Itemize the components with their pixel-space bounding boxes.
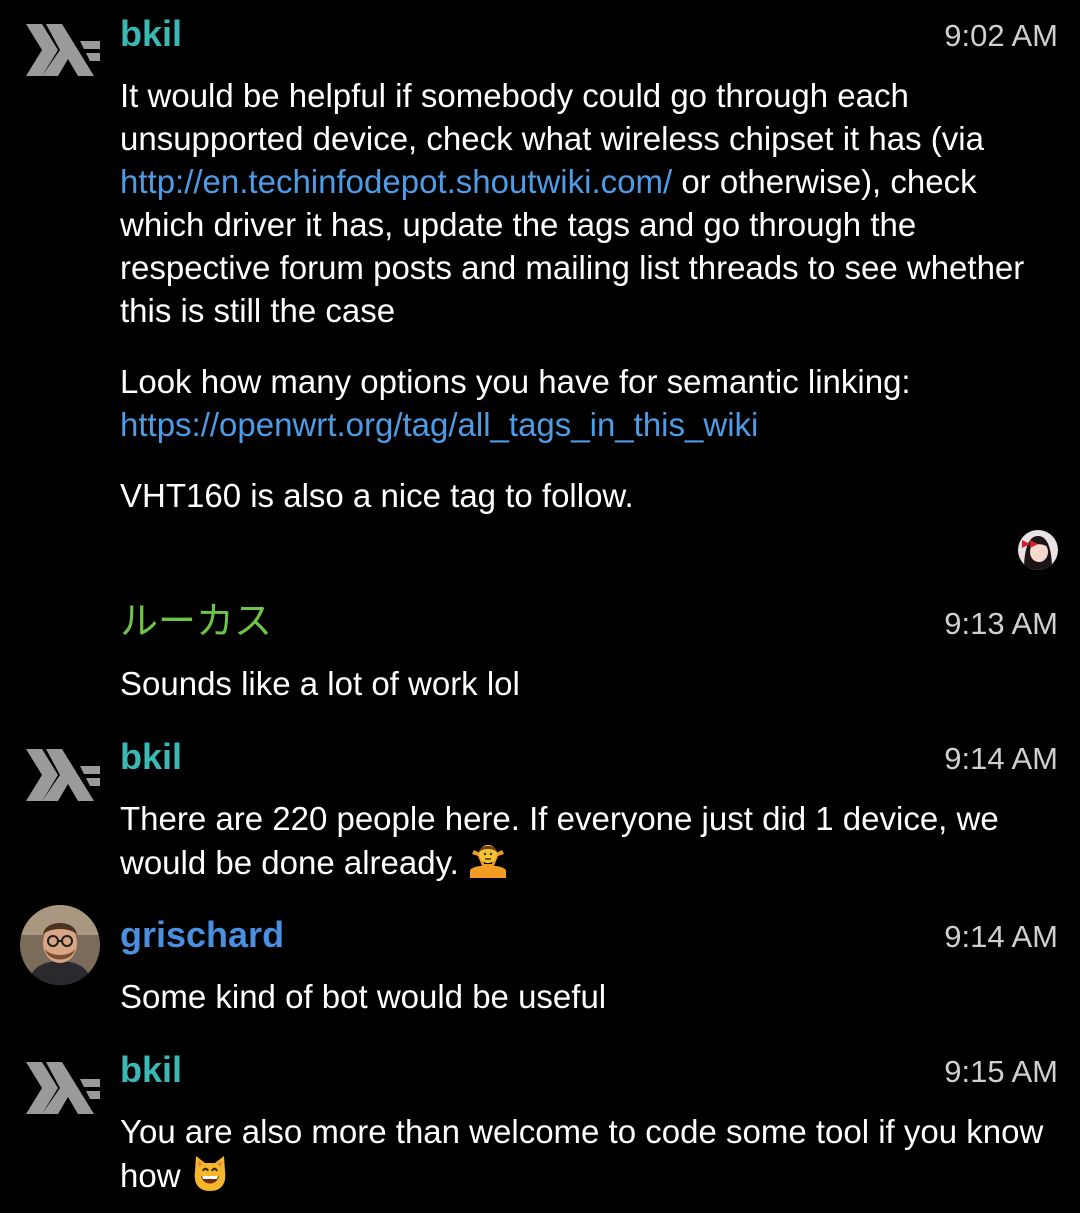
haskell-logo-icon[interactable] [20, 1046, 100, 1126]
message-timestamp: 9:14 AM [944, 919, 1058, 954]
message-text: Some kind of bot would be useful [120, 978, 607, 1015]
message-body: You are also more than welcome to code s… [120, 1110, 1060, 1203]
anime-avatar-read-receipt-icon[interactable] [1018, 530, 1058, 570]
sender-name[interactable]: grischard [120, 915, 284, 955]
message-grischard-0914[interactable]: grischard 9:14 AM Some kind of bot would… [0, 903, 1080, 1023]
message-body: There are 220 people here. If everyone j… [120, 797, 1060, 890]
message-text: Sounds like a lot of work lol [120, 665, 520, 702]
sender-name[interactable]: bkil [120, 737, 182, 777]
chat-timeline: bkil 9:02 AM It would be helpful if some… [0, 0, 1080, 1213]
techinfodepot-link[interactable]: http://en.techinfodepot.shoutwiki.com/ [120, 163, 672, 200]
message-paragraph: It would be helpful if somebody could go… [120, 74, 1060, 332]
message-paragraph: There are 220 people here. If everyone j… [120, 797, 1060, 890]
message-body: It would be helpful if somebody could go… [120, 74, 1060, 517]
sender-name[interactable]: bkil [120, 14, 182, 54]
message-timestamp: 9:13 AM [944, 606, 1058, 641]
person-shrugging-emoji [468, 840, 508, 890]
message-text: You are also more than welcome to code s… [120, 1113, 1044, 1194]
message-bkil-0902[interactable]: bkil 9:02 AM It would be helpful if some… [0, 0, 1080, 520]
grinning-cat-emoji [190, 1153, 230, 1203]
sender-name[interactable]: ルーカス [120, 602, 272, 642]
message-paragraph: You are also more than welcome to code s… [120, 1110, 1060, 1203]
message-lucas-0913[interactable]: ルーカス 9:13 AM Sounds like a lot of work l… [0, 590, 1080, 710]
user-photo-avatar[interactable] [20, 905, 100, 985]
message-paragraph: VHT160 is also a nice tag to follow. [120, 474, 1060, 517]
message-body: Some kind of bot would be useful [120, 975, 1060, 1018]
message-text: Look how many options you have for seman… [120, 363, 911, 400]
message-timestamp: 9:15 AM [944, 1054, 1058, 1089]
message-paragraph: Look how many options you have for seman… [120, 360, 1060, 446]
message-bkil-0915[interactable]: bkil 9:15 AM You are also more than welc… [0, 1038, 1080, 1213]
message-text: It would be helpful if somebody could go… [120, 77, 984, 157]
message-text: VHT160 is also a nice tag to follow. [120, 477, 634, 514]
haskell-logo-icon[interactable] [20, 8, 100, 88]
message-timestamp: 9:14 AM [944, 741, 1058, 776]
message-body: Sounds like a lot of work lol [120, 662, 1060, 705]
sender-name[interactable]: bkil [120, 1050, 182, 1090]
message-text: There are 220 people here. If everyone j… [120, 800, 999, 881]
openwrt-tags-link[interactable]: https://openwrt.org/tag/all_tags_in_this… [120, 406, 758, 443]
haskell-logo-icon[interactable] [20, 733, 100, 813]
message-bkil-0914[interactable]: bkil 9:14 AM There are 220 people here. … [0, 725, 1080, 895]
message-timestamp: 9:02 AM [944, 18, 1058, 53]
